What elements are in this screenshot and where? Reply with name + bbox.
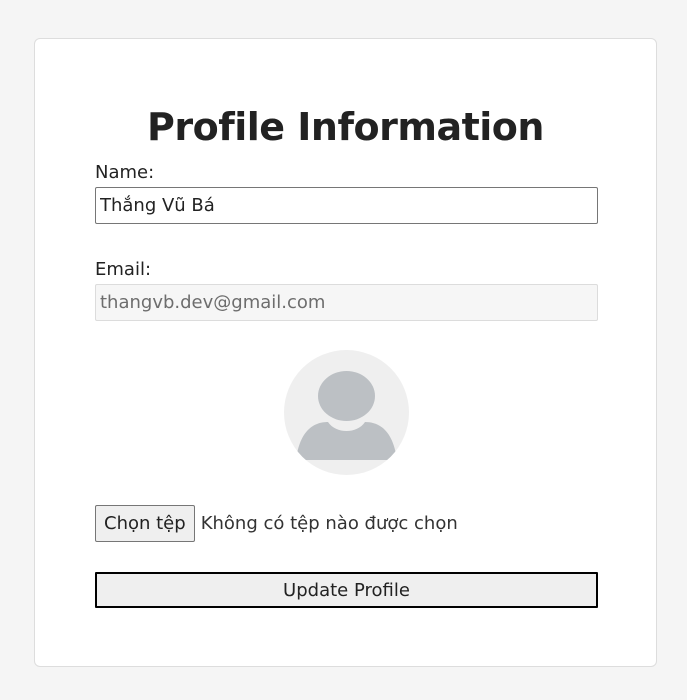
email-label: Email: bbox=[95, 259, 152, 280]
name-label: Name: bbox=[95, 162, 155, 183]
file-status-text: Không có tệp nào được chọn bbox=[200, 513, 458, 534]
page-title: Profile Information bbox=[147, 105, 544, 149]
name-field[interactable] bbox=[95, 187, 598, 224]
file-picker: Chọn tệp Không có tệp nào được chọn bbox=[95, 505, 458, 542]
email-field bbox=[95, 284, 598, 321]
choose-file-button[interactable]: Chọn tệp bbox=[95, 505, 195, 542]
profile-card: Profile Information Name: Email: Chọn tệ… bbox=[34, 38, 657, 667]
update-profile-button[interactable]: Update Profile bbox=[95, 572, 598, 608]
user-silhouette-icon bbox=[296, 371, 397, 460]
avatar bbox=[284, 350, 409, 475]
